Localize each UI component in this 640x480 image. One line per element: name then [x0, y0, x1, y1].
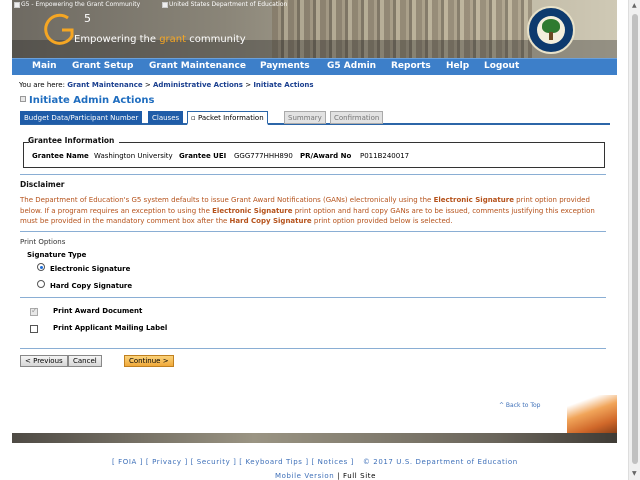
grantee-info-box: Grantee Name Washington University Grant…	[23, 142, 605, 168]
banner-right-image: United States Department of Education	[162, 1, 287, 8]
mobile-version-link[interactable]: Mobile Version	[275, 472, 334, 480]
grantee-uei-label: Grantee UEI	[179, 152, 227, 160]
scroll-down-icon[interactable]: ▼	[632, 470, 637, 477]
department-seal-icon	[527, 6, 575, 54]
breadcrumb-initiate-actions[interactable]: Initiate Actions	[253, 81, 313, 89]
nav-help[interactable]: Help	[446, 61, 469, 71]
hard-copy-signature-radio[interactable]	[37, 280, 45, 288]
disclaimer-title: Disclaimer	[20, 180, 65, 189]
print-award-document-label: Print Award Document	[53, 307, 143, 315]
breadcrumb-grant-maintenance[interactable]: Grant Maintenance	[67, 81, 142, 89]
footer-copyright: © 2017 U.S. Department of Education	[362, 458, 518, 466]
hard-copy-signature-label: Hard Copy Signature	[50, 282, 133, 290]
divider	[20, 231, 606, 232]
signature-type-label: Signature Type	[27, 251, 87, 259]
breadcrumb: You are here: Grant Maintenance > Admini…	[19, 81, 314, 89]
nav-grant-setup[interactable]: Grant Setup	[72, 61, 133, 71]
award-number-value: P011B240017	[360, 152, 410, 160]
main-nav: Main Grant Setup Grant Maintenance Payme…	[12, 58, 617, 75]
divider	[20, 297, 606, 298]
footer-links: [ FOIA ] [ Privacy ] [ Security ] [ Keyb…	[112, 458, 518, 466]
award-number-label: PR/Award No	[300, 152, 352, 160]
scroll-up-icon[interactable]: ▲	[632, 2, 637, 9]
footer-version-switch: Mobile Version | Full Site	[275, 472, 376, 480]
electronic-signature-radio[interactable]	[37, 263, 45, 271]
footer-foia-link[interactable]: FOIA	[118, 458, 137, 466]
footer-notices-link[interactable]: Notices	[318, 458, 348, 466]
cancel-button[interactable]: Cancel	[68, 355, 102, 367]
divider	[20, 174, 606, 175]
tab-budget-data[interactable]: Budget Data/Participant Number	[20, 111, 143, 124]
divider	[20, 348, 606, 349]
disclaimer-text: The Department of Education's G5 system …	[20, 196, 595, 225]
footer-banner	[12, 433, 617, 443]
previous-button[interactable]: < Previous	[20, 355, 68, 367]
svg-text:5: 5	[84, 12, 91, 25]
decorative-image	[567, 395, 617, 433]
electronic-signature-label: Electronic Signature	[50, 265, 131, 273]
tab-confirmation: Confirmation	[330, 111, 384, 124]
tab-summary: Summary	[284, 111, 326, 124]
print-options-title: Print Options	[20, 238, 66, 246]
page-title: Initiate Admin Actions	[20, 95, 154, 106]
banner-tagline: Empowering the grant community	[74, 34, 246, 45]
nav-payments[interactable]: Payments	[260, 61, 310, 71]
full-site-label: Full Site	[342, 472, 376, 480]
banner-left-image: G5 - Empowering the Grant Community	[14, 1, 140, 8]
grantee-name-value: Washington University	[94, 152, 173, 160]
grantee-uei-value: GGG777HHH890	[234, 152, 293, 160]
footer-security-link[interactable]: Security	[197, 458, 231, 466]
tab-icon: ▫	[191, 114, 198, 122]
nav-main[interactable]: Main	[32, 61, 57, 71]
vertical-scrollbar[interactable]: ▲ ▼	[628, 0, 640, 480]
page-container: G5 - Empowering the Grant Community Unit…	[12, 0, 617, 480]
print-mailing-label-label: Print Applicant Mailing Label	[53, 324, 168, 332]
print-award-document-checkbox	[30, 306, 38, 316]
tab-clauses[interactable]: Clauses	[148, 111, 184, 124]
scrollbar-thumb[interactable]	[632, 14, 638, 464]
breadcrumb-administrative-actions[interactable]: Administrative Actions	[153, 81, 243, 89]
broken-image-icon	[162, 1, 168, 8]
continue-button[interactable]: Continue >	[124, 355, 174, 367]
broken-image-icon	[14, 1, 20, 8]
tab-bar: Budget Data/Participant Number Clauses ▫…	[20, 111, 610, 125]
grantee-name-label: Grantee Name	[32, 152, 89, 160]
nav-reports[interactable]: Reports	[391, 61, 431, 71]
footer-keyboard-tips-link[interactable]: Keyboard Tips	[245, 458, 302, 466]
nav-g5-admin[interactable]: G5 Admin	[327, 61, 376, 71]
tab-packet-information[interactable]: ▫ Packet Information	[187, 111, 268, 125]
back-to-top-link[interactable]: ^ Back to Top	[499, 402, 540, 409]
footer-privacy-link[interactable]: Privacy	[152, 458, 182, 466]
collapse-toggle-icon[interactable]	[20, 96, 26, 102]
header-banner: G5 - Empowering the Grant Community Unit…	[12, 0, 617, 58]
print-mailing-label-checkbox[interactable]	[30, 325, 38, 333]
nav-grant-maintenance[interactable]: Grant Maintenance	[149, 61, 246, 71]
nav-logout[interactable]: Logout	[484, 61, 519, 71]
